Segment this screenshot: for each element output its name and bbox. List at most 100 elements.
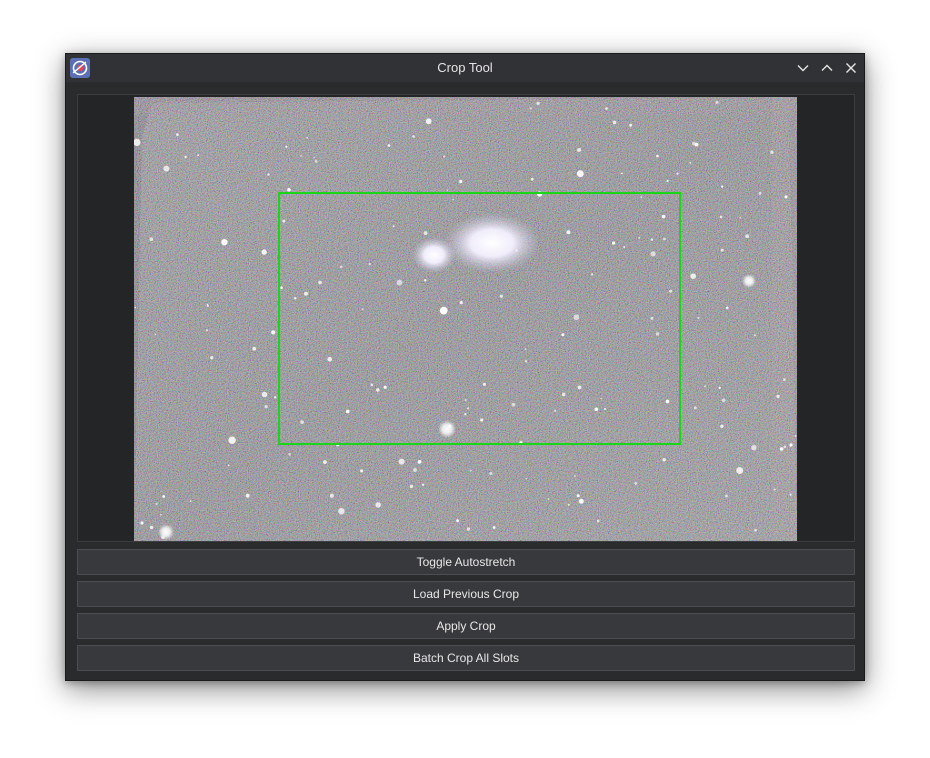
window-title: Crop Tool bbox=[437, 60, 493, 75]
apply-crop-button[interactable]: Apply Crop bbox=[77, 613, 855, 639]
star bbox=[547, 498, 550, 500]
star bbox=[274, 396, 277, 399]
star bbox=[176, 133, 179, 136]
star bbox=[425, 118, 432, 125]
star bbox=[271, 330, 276, 335]
star bbox=[621, 172, 623, 175]
star bbox=[612, 120, 617, 125]
star bbox=[252, 346, 256, 351]
star bbox=[794, 435, 797, 437]
star bbox=[155, 502, 158, 505]
star bbox=[739, 216, 741, 219]
star bbox=[375, 502, 381, 508]
star bbox=[323, 460, 327, 464]
star bbox=[597, 519, 600, 523]
star bbox=[536, 101, 540, 105]
star bbox=[530, 177, 534, 181]
star bbox=[398, 458, 405, 465]
star bbox=[721, 185, 724, 188]
star bbox=[134, 306, 137, 309]
astro-image[interactable] bbox=[134, 97, 797, 541]
star bbox=[267, 173, 270, 176]
star bbox=[720, 424, 724, 428]
star bbox=[288, 453, 291, 456]
star bbox=[261, 391, 268, 398]
star bbox=[184, 155, 187, 159]
star bbox=[770, 150, 774, 154]
star bbox=[578, 498, 584, 504]
star bbox=[413, 468, 417, 472]
star bbox=[162, 495, 166, 498]
star bbox=[689, 162, 692, 164]
star bbox=[662, 458, 666, 462]
star bbox=[773, 488, 776, 491]
star bbox=[446, 189, 449, 192]
title-bar[interactable]: Crop Tool bbox=[66, 54, 864, 82]
star bbox=[206, 329, 208, 332]
star bbox=[704, 385, 707, 388]
star bbox=[469, 469, 472, 472]
star bbox=[285, 145, 288, 148]
star bbox=[417, 460, 422, 464]
star bbox=[306, 136, 309, 139]
star bbox=[693, 406, 697, 410]
star bbox=[697, 316, 700, 319]
star bbox=[489, 471, 493, 476]
star bbox=[529, 107, 532, 110]
star bbox=[666, 179, 669, 182]
star bbox=[577, 148, 582, 152]
minimize-button[interactable] bbox=[793, 58, 813, 78]
star bbox=[576, 494, 580, 498]
crop-selection-rectangle[interactable] bbox=[278, 192, 681, 445]
star bbox=[261, 249, 267, 255]
star bbox=[189, 500, 192, 503]
star bbox=[149, 237, 154, 241]
star bbox=[789, 443, 793, 447]
star bbox=[227, 464, 230, 467]
chevron-up-icon bbox=[821, 64, 833, 71]
star bbox=[264, 405, 268, 409]
star bbox=[221, 239, 228, 246]
star bbox=[634, 482, 638, 485]
star bbox=[720, 248, 724, 252]
star bbox=[758, 191, 762, 195]
star bbox=[783, 445, 787, 449]
close-button[interactable] bbox=[841, 58, 861, 78]
star bbox=[725, 306, 729, 310]
star bbox=[210, 356, 214, 360]
star bbox=[459, 179, 463, 184]
star bbox=[338, 508, 345, 515]
star bbox=[409, 484, 414, 489]
star bbox=[443, 155, 446, 158]
star bbox=[197, 154, 200, 156]
star bbox=[789, 493, 792, 496]
star bbox=[421, 483, 425, 486]
star bbox=[163, 165, 170, 172]
star bbox=[300, 155, 302, 157]
star bbox=[466, 527, 471, 531]
star bbox=[754, 528, 757, 532]
star bbox=[715, 100, 719, 104]
star bbox=[228, 436, 236, 444]
star bbox=[605, 107, 608, 110]
star bbox=[751, 445, 757, 451]
star bbox=[719, 215, 723, 219]
star bbox=[576, 170, 584, 178]
star bbox=[721, 398, 726, 403]
star bbox=[206, 303, 209, 306]
star bbox=[784, 195, 788, 199]
star bbox=[412, 135, 415, 138]
star bbox=[725, 494, 728, 498]
star bbox=[329, 493, 334, 498]
star bbox=[779, 447, 784, 451]
load-previous-crop-button[interactable]: Load Previous Crop bbox=[77, 581, 855, 607]
maximize-button[interactable] bbox=[817, 58, 837, 78]
image-viewer[interactable] bbox=[77, 94, 855, 542]
star bbox=[574, 475, 576, 477]
star bbox=[656, 154, 659, 158]
crop-tool-window: Crop Tool Toggle Autostretch Load Previo… bbox=[65, 53, 865, 681]
star bbox=[160, 513, 162, 516]
toggle-autostretch-button[interactable]: Toggle Autostretch bbox=[77, 549, 855, 575]
batch-crop-all-slots-button[interactable]: Batch Crop All Slots bbox=[77, 645, 855, 671]
star bbox=[456, 519, 459, 523]
